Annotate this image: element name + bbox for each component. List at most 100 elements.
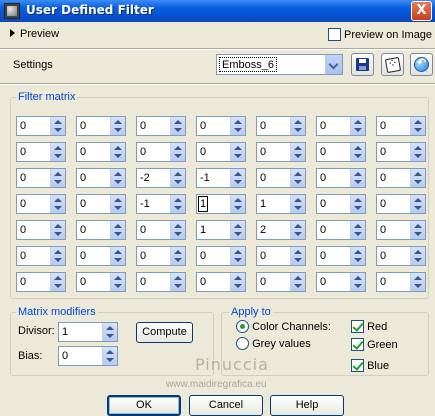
matrix-cell-spinner[interactable] — [230, 169, 245, 187]
spin-down-icon[interactable] — [354, 258, 362, 262]
spin-up-icon[interactable] — [54, 146, 62, 150]
spin-up-icon[interactable] — [414, 146, 422, 150]
spin-down-icon[interactable] — [414, 232, 422, 236]
color-channels-radio[interactable] — [236, 320, 249, 333]
spin-down-icon[interactable] — [174, 206, 182, 210]
matrix-cell-spinner[interactable] — [170, 117, 185, 135]
spin-down-icon[interactable] — [354, 180, 362, 184]
spin-down-icon[interactable] — [174, 154, 182, 158]
matrix-cell[interactable]: 2 — [256, 220, 306, 240]
matrix-cell-spinner[interactable] — [170, 195, 185, 213]
spin-down-icon[interactable] — [174, 128, 182, 132]
matrix-cell[interactable]: 0 — [316, 116, 366, 136]
spin-up-icon[interactable] — [174, 172, 182, 176]
red-option[interactable]: Red — [351, 320, 387, 333]
matrix-cell[interactable]: 0 — [376, 220, 426, 240]
spin-down-icon[interactable] — [234, 258, 242, 262]
save-preset-button[interactable] — [351, 53, 374, 76]
spin-down-icon[interactable] — [174, 258, 182, 262]
preview-on-image-option[interactable]: Preview on Image — [328, 28, 432, 41]
matrix-cell[interactable]: 0 — [16, 142, 66, 162]
matrix-cell-spinner[interactable] — [50, 117, 65, 135]
spin-up-icon[interactable] — [114, 224, 122, 228]
matrix-cell-spinner[interactable] — [170, 273, 185, 291]
matrix-cell-spinner[interactable] — [50, 143, 65, 161]
matrix-cell-spinner[interactable] — [350, 117, 365, 135]
matrix-cell[interactable]: 0 — [136, 116, 186, 136]
matrix-cell-spinner[interactable] — [110, 143, 125, 161]
matrix-cell[interactable]: 0 — [136, 142, 186, 162]
preview-on-image-checkbox[interactable] — [328, 28, 341, 41]
preset-dropdown[interactable]: Emboss_6 — [216, 54, 343, 75]
spin-down-icon[interactable] — [294, 284, 302, 288]
matrix-cell-spinner[interactable] — [410, 221, 425, 239]
matrix-cell-spinner[interactable] — [410, 273, 425, 291]
matrix-cell-spinner[interactable] — [290, 169, 305, 187]
matrix-cell-spinner[interactable] — [110, 169, 125, 187]
matrix-cell-spinner[interactable] — [110, 273, 125, 291]
spin-up-icon[interactable] — [114, 198, 122, 202]
matrix-cell[interactable]: 0 — [256, 168, 306, 188]
grey-values-option[interactable]: Grey values — [236, 337, 311, 350]
matrix-cell-spinner[interactable] — [350, 221, 365, 239]
title-bar[interactable]: User Defined Filter X — [0, 0, 435, 22]
spin-up-icon[interactable] — [414, 250, 422, 254]
matrix-cell-spinner[interactable] — [410, 169, 425, 187]
compute-button[interactable]: Compute — [136, 322, 193, 343]
spin-down-icon[interactable] — [106, 334, 114, 338]
matrix-cell-spinner[interactable] — [290, 195, 305, 213]
matrix-cell[interactable]: 0 — [76, 142, 126, 162]
divisor-spinner[interactable] — [102, 323, 117, 341]
green-option[interactable]: Green — [351, 338, 398, 351]
matrix-cell[interactable]: 0 — [16, 116, 66, 136]
matrix-cell-spinner[interactable] — [230, 143, 245, 161]
matrix-cell[interactable]: 1 — [196, 194, 246, 214]
green-checkbox[interactable] — [351, 338, 364, 351]
matrix-cell[interactable]: -1 — [196, 168, 246, 188]
spin-down-icon[interactable] — [294, 232, 302, 236]
bias-field[interactable]: 0 — [58, 346, 118, 366]
matrix-cell-spinner[interactable] — [350, 143, 365, 161]
matrix-cell[interactable]: 0 — [76, 272, 126, 292]
matrix-cell-spinner[interactable] — [290, 143, 305, 161]
matrix-cell[interactable]: 0 — [316, 194, 366, 214]
spin-up-icon[interactable] — [106, 350, 114, 354]
spin-down-icon[interactable] — [414, 258, 422, 262]
spin-down-icon[interactable] — [54, 258, 62, 262]
spin-down-icon[interactable] — [234, 232, 242, 236]
matrix-cell[interactable]: 0 — [76, 168, 126, 188]
matrix-cell-spinner[interactable] — [350, 273, 365, 291]
spin-down-icon[interactable] — [174, 284, 182, 288]
spin-down-icon[interactable] — [354, 232, 362, 236]
spin-up-icon[interactable] — [54, 276, 62, 280]
close-button[interactable]: X — [411, 1, 432, 21]
spin-up-icon[interactable] — [414, 172, 422, 176]
matrix-cell[interactable]: 0 — [196, 142, 246, 162]
matrix-cell-spinner[interactable] — [290, 117, 305, 135]
spin-down-icon[interactable] — [114, 284, 122, 288]
spin-up-icon[interactable] — [294, 250, 302, 254]
matrix-cell-spinner[interactable] — [230, 221, 245, 239]
matrix-cell-spinner[interactable] — [230, 195, 245, 213]
matrix-cell-spinner[interactable] — [410, 143, 425, 161]
spin-up-icon[interactable] — [414, 120, 422, 124]
spin-up-icon[interactable] — [174, 250, 182, 254]
spin-down-icon[interactable] — [174, 232, 182, 236]
matrix-cell-spinner[interactable] — [350, 169, 365, 187]
spin-down-icon[interactable] — [234, 128, 242, 132]
matrix-cell[interactable]: 0 — [16, 168, 66, 188]
matrix-cell-spinner[interactable] — [110, 195, 125, 213]
spin-down-icon[interactable] — [354, 128, 362, 132]
spin-down-icon[interactable] — [354, 206, 362, 210]
matrix-cell[interactable]: 0 — [76, 116, 126, 136]
spin-up-icon[interactable] — [54, 198, 62, 202]
spin-down-icon[interactable] — [54, 206, 62, 210]
spin-up-icon[interactable] — [234, 250, 242, 254]
matrix-cell[interactable]: 0 — [136, 246, 186, 266]
spin-up-icon[interactable] — [294, 146, 302, 150]
spin-down-icon[interactable] — [234, 180, 242, 184]
chevron-down-icon[interactable] — [325, 55, 342, 74]
spin-down-icon[interactable] — [354, 154, 362, 158]
spin-up-icon[interactable] — [174, 276, 182, 280]
spin-up-icon[interactable] — [174, 198, 182, 202]
